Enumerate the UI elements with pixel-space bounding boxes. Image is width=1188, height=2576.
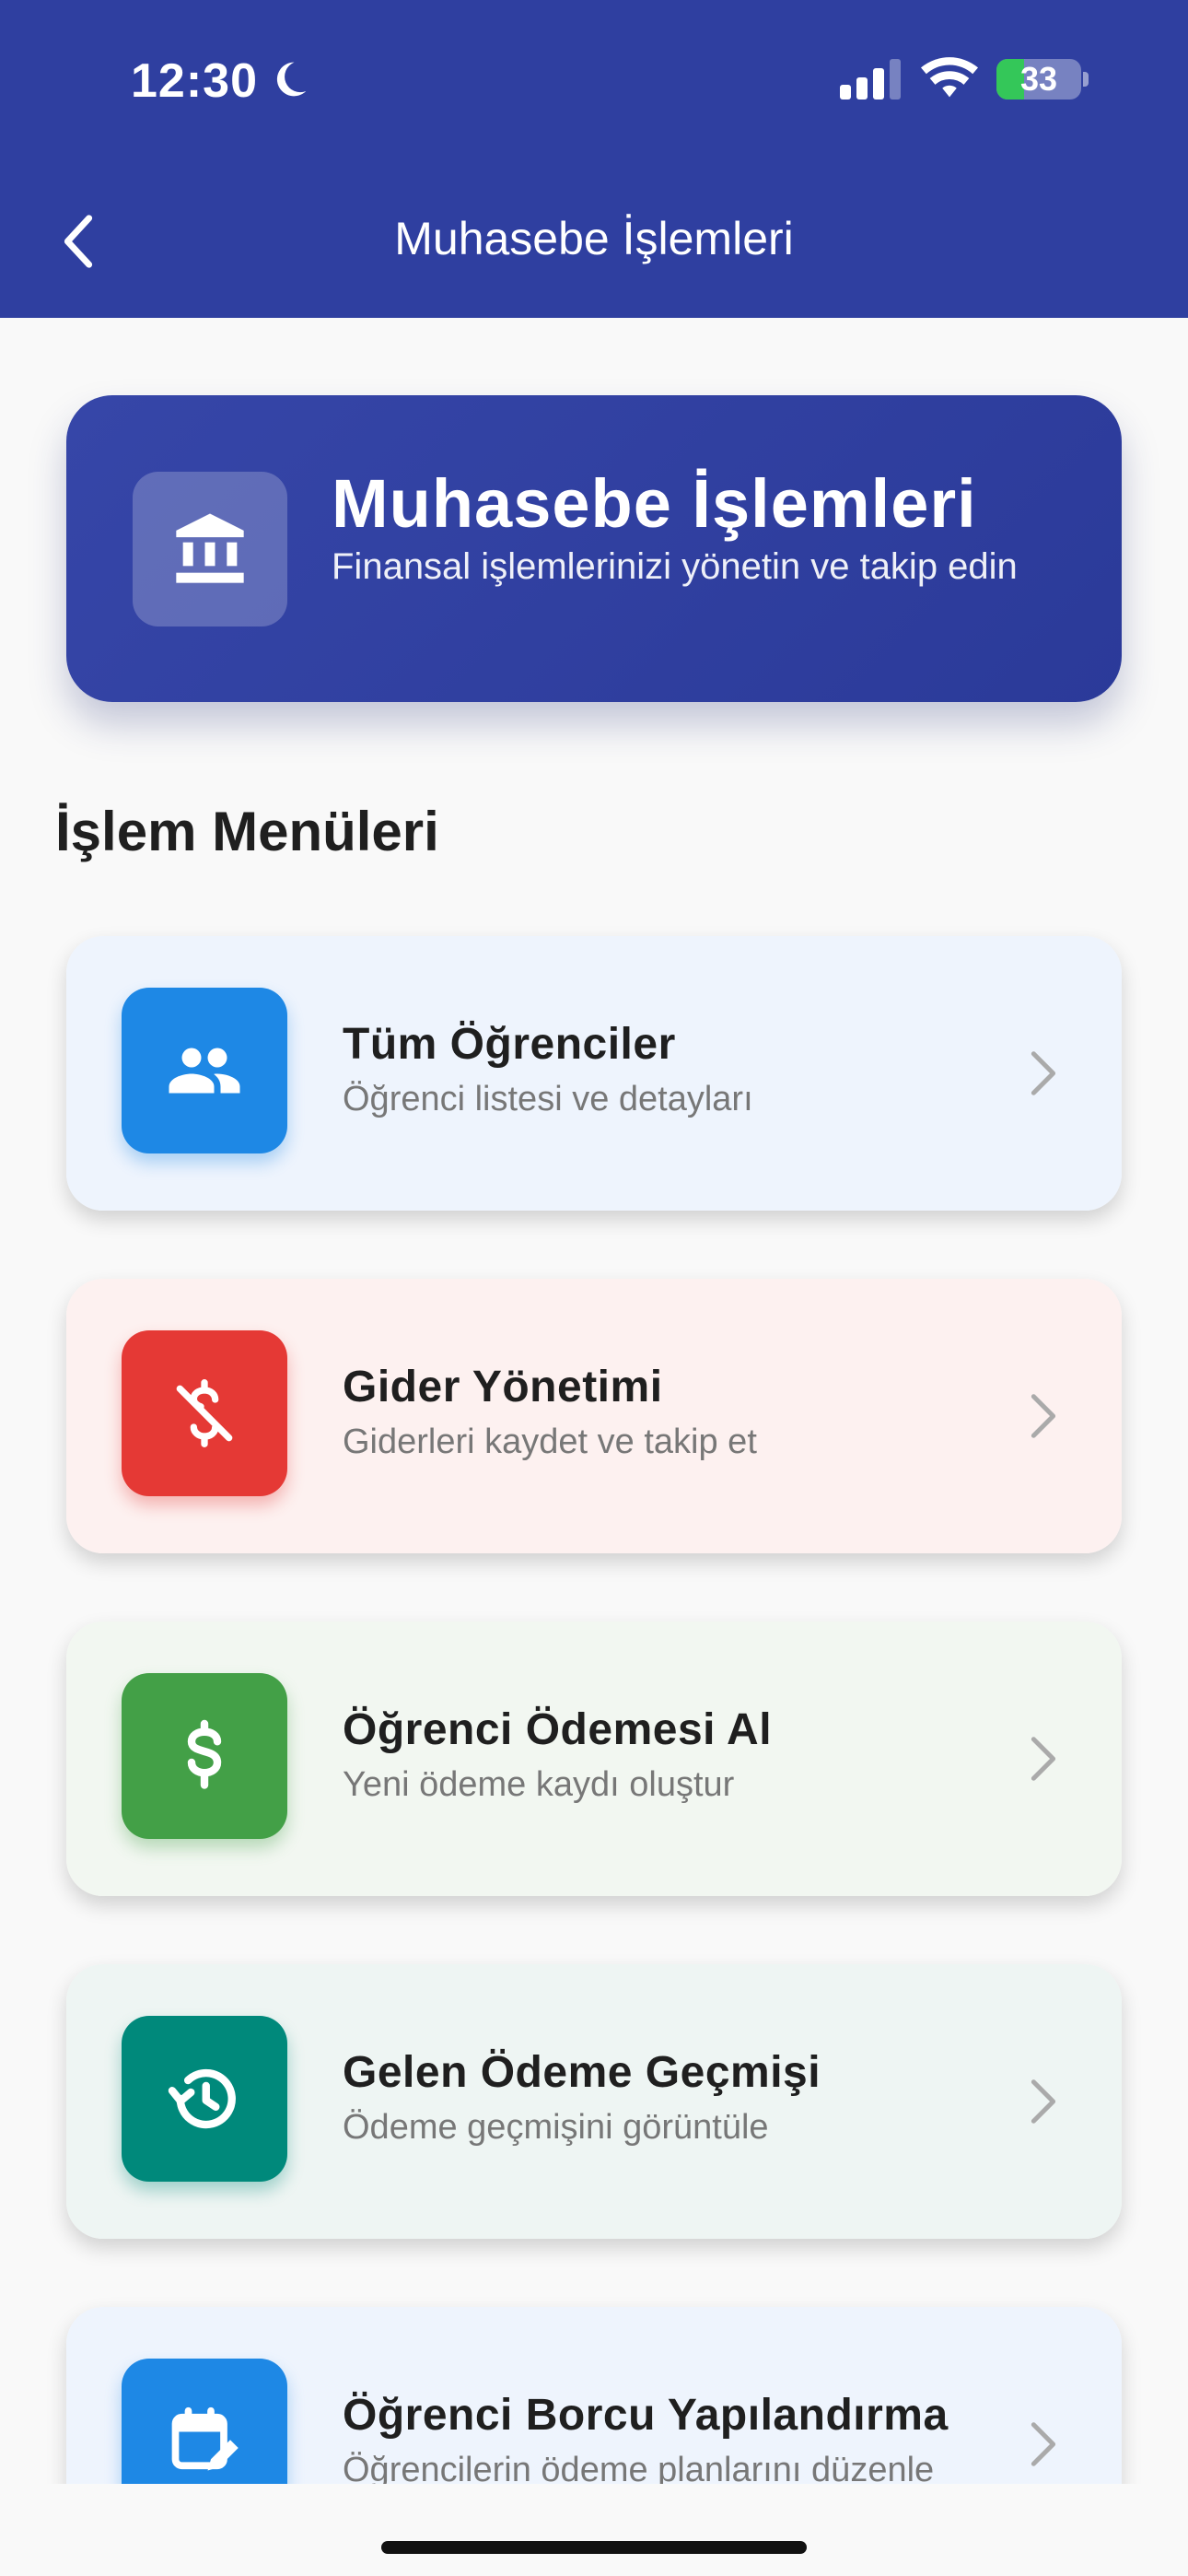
menu-item-receive-student-payment[interactable]: Öğrenci Ödemesi Al Yeni ödeme kaydı oluş… (66, 1622, 1122, 1896)
card-title: Tüm Öğrenciler (343, 1020, 676, 1069)
card-icon-box (122, 1330, 287, 1496)
card-title: Gider Yönetimi (343, 1363, 663, 1411)
dollar-icon (187, 1719, 222, 1789)
card-icon-box (122, 2359, 287, 2484)
menu-scroll-area: Tüm Öğrenciler Öğrenci listesi ve detayl… (0, 0, 1188, 2484)
money-off-icon (176, 1379, 233, 1447)
card-title: Öğrenci Borcu Yapılandırma (343, 2391, 949, 2440)
card-title: Gelen Ödeme Geçmişi (343, 2048, 821, 2097)
card-icon-box (122, 988, 287, 1153)
chevron-right-icon (1031, 1394, 1056, 1438)
menu-item-payment-history[interactable]: Gelen Ödeme Geçmişi Ödeme geçmişini görü… (66, 1964, 1122, 2239)
card-subtitle: Giderleri kaydet ve takip et (343, 1423, 757, 1461)
card-subtitle: Ödeme geçmişini görüntüle (343, 2108, 769, 2147)
people-icon (169, 1048, 240, 1094)
card-icon-box (122, 2016, 287, 2182)
chevron-right-icon (1031, 1051, 1056, 1095)
home-indicator[interactable] (381, 2541, 807, 2554)
card-subtitle: Öğrencilerin ödeme planlarını düzenle (343, 2451, 935, 2484)
chevron-right-icon (1031, 2079, 1056, 2124)
menu-item-all-students[interactable]: Tüm Öğrenciler Öğrenci listesi ve detayl… (66, 936, 1122, 1211)
card-subtitle: Öğrenci listesi ve detayları (343, 1080, 753, 1118)
card-icon-box (122, 1673, 287, 1839)
chevron-right-icon (1031, 2422, 1056, 2466)
card-subtitle: Yeni ödeme kaydı oluştur (343, 1765, 735, 1804)
card-title: Öğrenci Ödemesi Al (343, 1705, 773, 1754)
menu-item-debt-restructuring[interactable]: Öğrenci Borcu Yapılandırma Öğrencilerin … (66, 2307, 1122, 2484)
menu-item-expense-management[interactable]: Gider Yönetimi Giderleri kaydet ve takip… (66, 1279, 1122, 1553)
chevron-right-icon (1031, 1737, 1056, 1781)
calendar-edit-icon (171, 2406, 239, 2471)
history-icon (168, 2068, 236, 2129)
